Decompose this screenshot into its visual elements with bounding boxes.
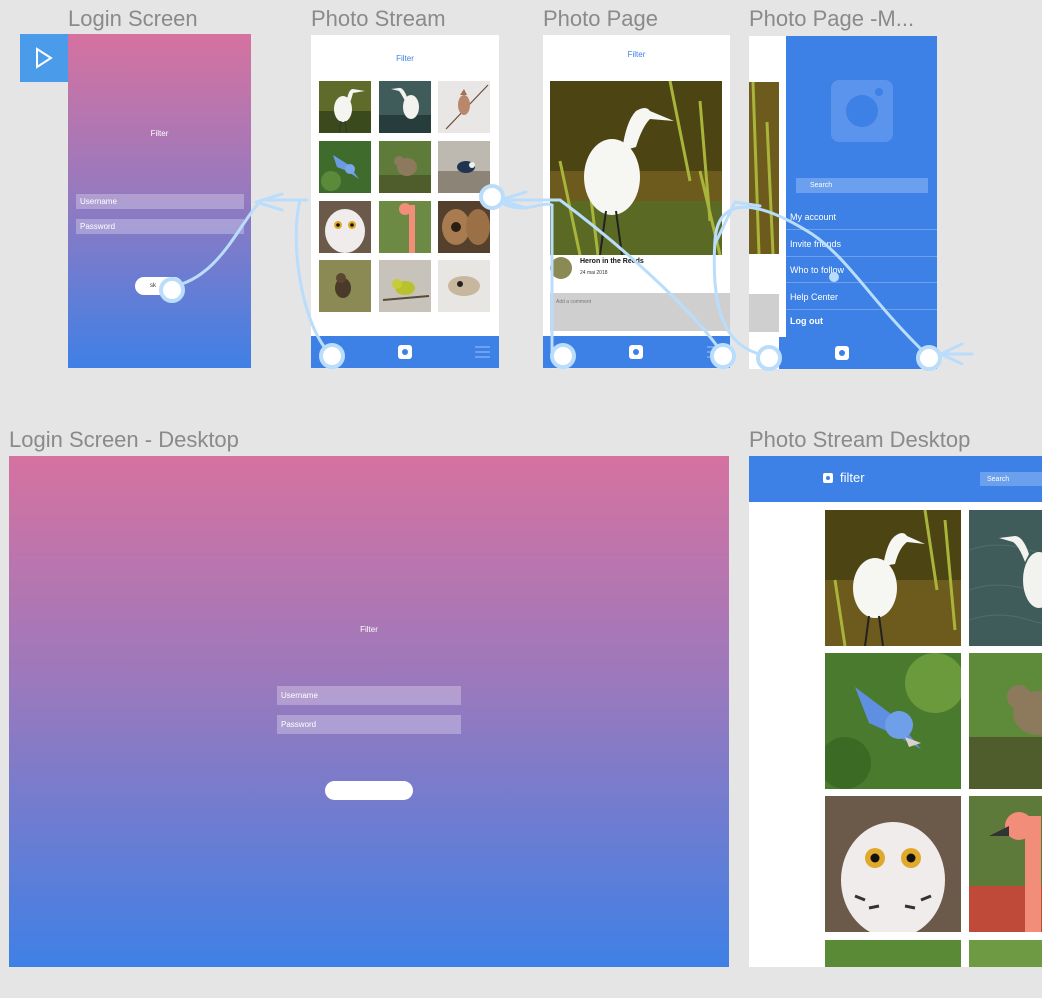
stream-desktop-artboard[interactable]: filter Search: [749, 456, 1042, 967]
comment-peek: [749, 294, 779, 332]
photo-thumb[interactable]: [319, 141, 371, 193]
login-artboard[interactable]: Filter Username Password sk: [68, 34, 251, 368]
menu-search-input[interactable]: Search: [796, 178, 928, 193]
stream-header-logo: Filter: [396, 54, 414, 63]
comment-input[interactable]: Add a comment: [550, 293, 730, 331]
link-hotspot[interactable]: [916, 345, 942, 371]
camera-icon[interactable]: [835, 346, 849, 360]
artboard-title-login[interactable]: Login Screen: [68, 6, 198, 32]
desktop-password-field[interactable]: Password: [277, 715, 461, 734]
play-icon: [36, 47, 53, 69]
link-hotspot[interactable]: [756, 345, 782, 371]
photo-thumb[interactable]: [379, 260, 431, 312]
photo-thumb[interactable]: [438, 81, 490, 133]
artboard-title-login-desktop[interactable]: Login Screen - Desktop: [9, 427, 239, 453]
login-desktop-artboard[interactable]: Filter Username Password: [9, 456, 729, 967]
camera-logo-icon: [831, 80, 893, 142]
desktop-sign-in-button[interactable]: [325, 781, 413, 800]
photo-thumb[interactable]: [438, 201, 490, 253]
artboard-title-stream-desktop[interactable]: Photo Stream Desktop: [749, 427, 970, 453]
link-hotspot[interactable]: [159, 277, 185, 303]
photo-tile[interactable]: [969, 796, 1042, 932]
camera-icon[interactable]: [629, 345, 643, 359]
photo-thumb[interactable]: [379, 141, 431, 193]
camera-icon[interactable]: [823, 473, 833, 483]
app-logo: Filter: [150, 129, 169, 138]
sign-in-label: sk: [150, 283, 156, 289]
hamburger-icon[interactable]: [475, 346, 490, 358]
side-menu: Search My account Invite friends Who to …: [786, 36, 937, 369]
menu-item-invite-friends[interactable]: Invite friends: [786, 231, 937, 257]
link-hotspot[interactable]: [479, 184, 505, 210]
photo-artboard[interactable]: Filter Heron in the Reeds 24 mai 2018 Ad…: [543, 35, 730, 368]
photo-tile[interactable]: [969, 940, 1042, 967]
photo-header-logo: Filter: [627, 50, 646, 59]
photo-thumb[interactable]: [319, 81, 371, 134]
camera-icon[interactable]: [398, 345, 412, 359]
password-field[interactable]: Password: [76, 219, 244, 234]
artboard-title-photo[interactable]: Photo Page: [543, 6, 658, 32]
photo-peek: [749, 81, 779, 255]
photo-thumb[interactable]: [379, 81, 431, 133]
author-avatar[interactable]: [550, 257, 572, 279]
play-prototype-button[interactable]: [20, 34, 68, 82]
photo-thumb[interactable]: [438, 141, 490, 193]
link-hotspot[interactable]: [710, 343, 736, 369]
link-hotspot[interactable]: [319, 343, 345, 369]
desktop-header: filter Search: [749, 456, 1042, 502]
stream-artboard[interactable]: Filter: [311, 35, 499, 368]
desktop-search-input[interactable]: Search: [980, 472, 1042, 486]
photo-tile[interactable]: [825, 796, 961, 938]
desktop-username-field[interactable]: Username: [277, 686, 461, 705]
artboard-title-stream[interactable]: Photo Stream: [311, 6, 446, 32]
desktop-app-logo: Filter: [360, 625, 378, 634]
photo-thumb[interactable]: [438, 260, 490, 312]
menu-item-help-center[interactable]: Help Center: [786, 284, 937, 310]
photo-caption: Heron in the Reeds: [580, 258, 644, 265]
menu-item-who-to-follow[interactable]: Who to follow: [786, 257, 937, 283]
photo-thumb[interactable]: [379, 201, 431, 253]
photo-date: 24 mai 2018: [580, 270, 608, 276]
photo-thumb[interactable]: [319, 201, 371, 253]
menu-item-log-out[interactable]: Log out: [786, 308, 937, 334]
link-hotspot-small[interactable]: [829, 272, 839, 282]
username-field[interactable]: Username: [76, 194, 244, 209]
photo-tile[interactable]: [968, 510, 1042, 646]
hero-photo[interactable]: [550, 80, 722, 256]
photo-tile[interactable]: [825, 509, 961, 647]
photo-tile[interactable]: [969, 653, 1042, 789]
menu-item-my-account[interactable]: My account: [786, 204, 937, 230]
photo-tile[interactable]: [825, 940, 961, 967]
desktop-brand[interactable]: filter: [840, 470, 865, 485]
photo-tile[interactable]: [819, 653, 965, 789]
artboard-title-menu[interactable]: Photo Page -M...: [749, 6, 914, 32]
menu-tabbar: [779, 337, 937, 369]
link-hotspot[interactable]: [550, 343, 576, 369]
photo-thumb[interactable]: [319, 260, 371, 312]
menu-artboard[interactable]: Search My account Invite friends Who to …: [749, 36, 937, 369]
